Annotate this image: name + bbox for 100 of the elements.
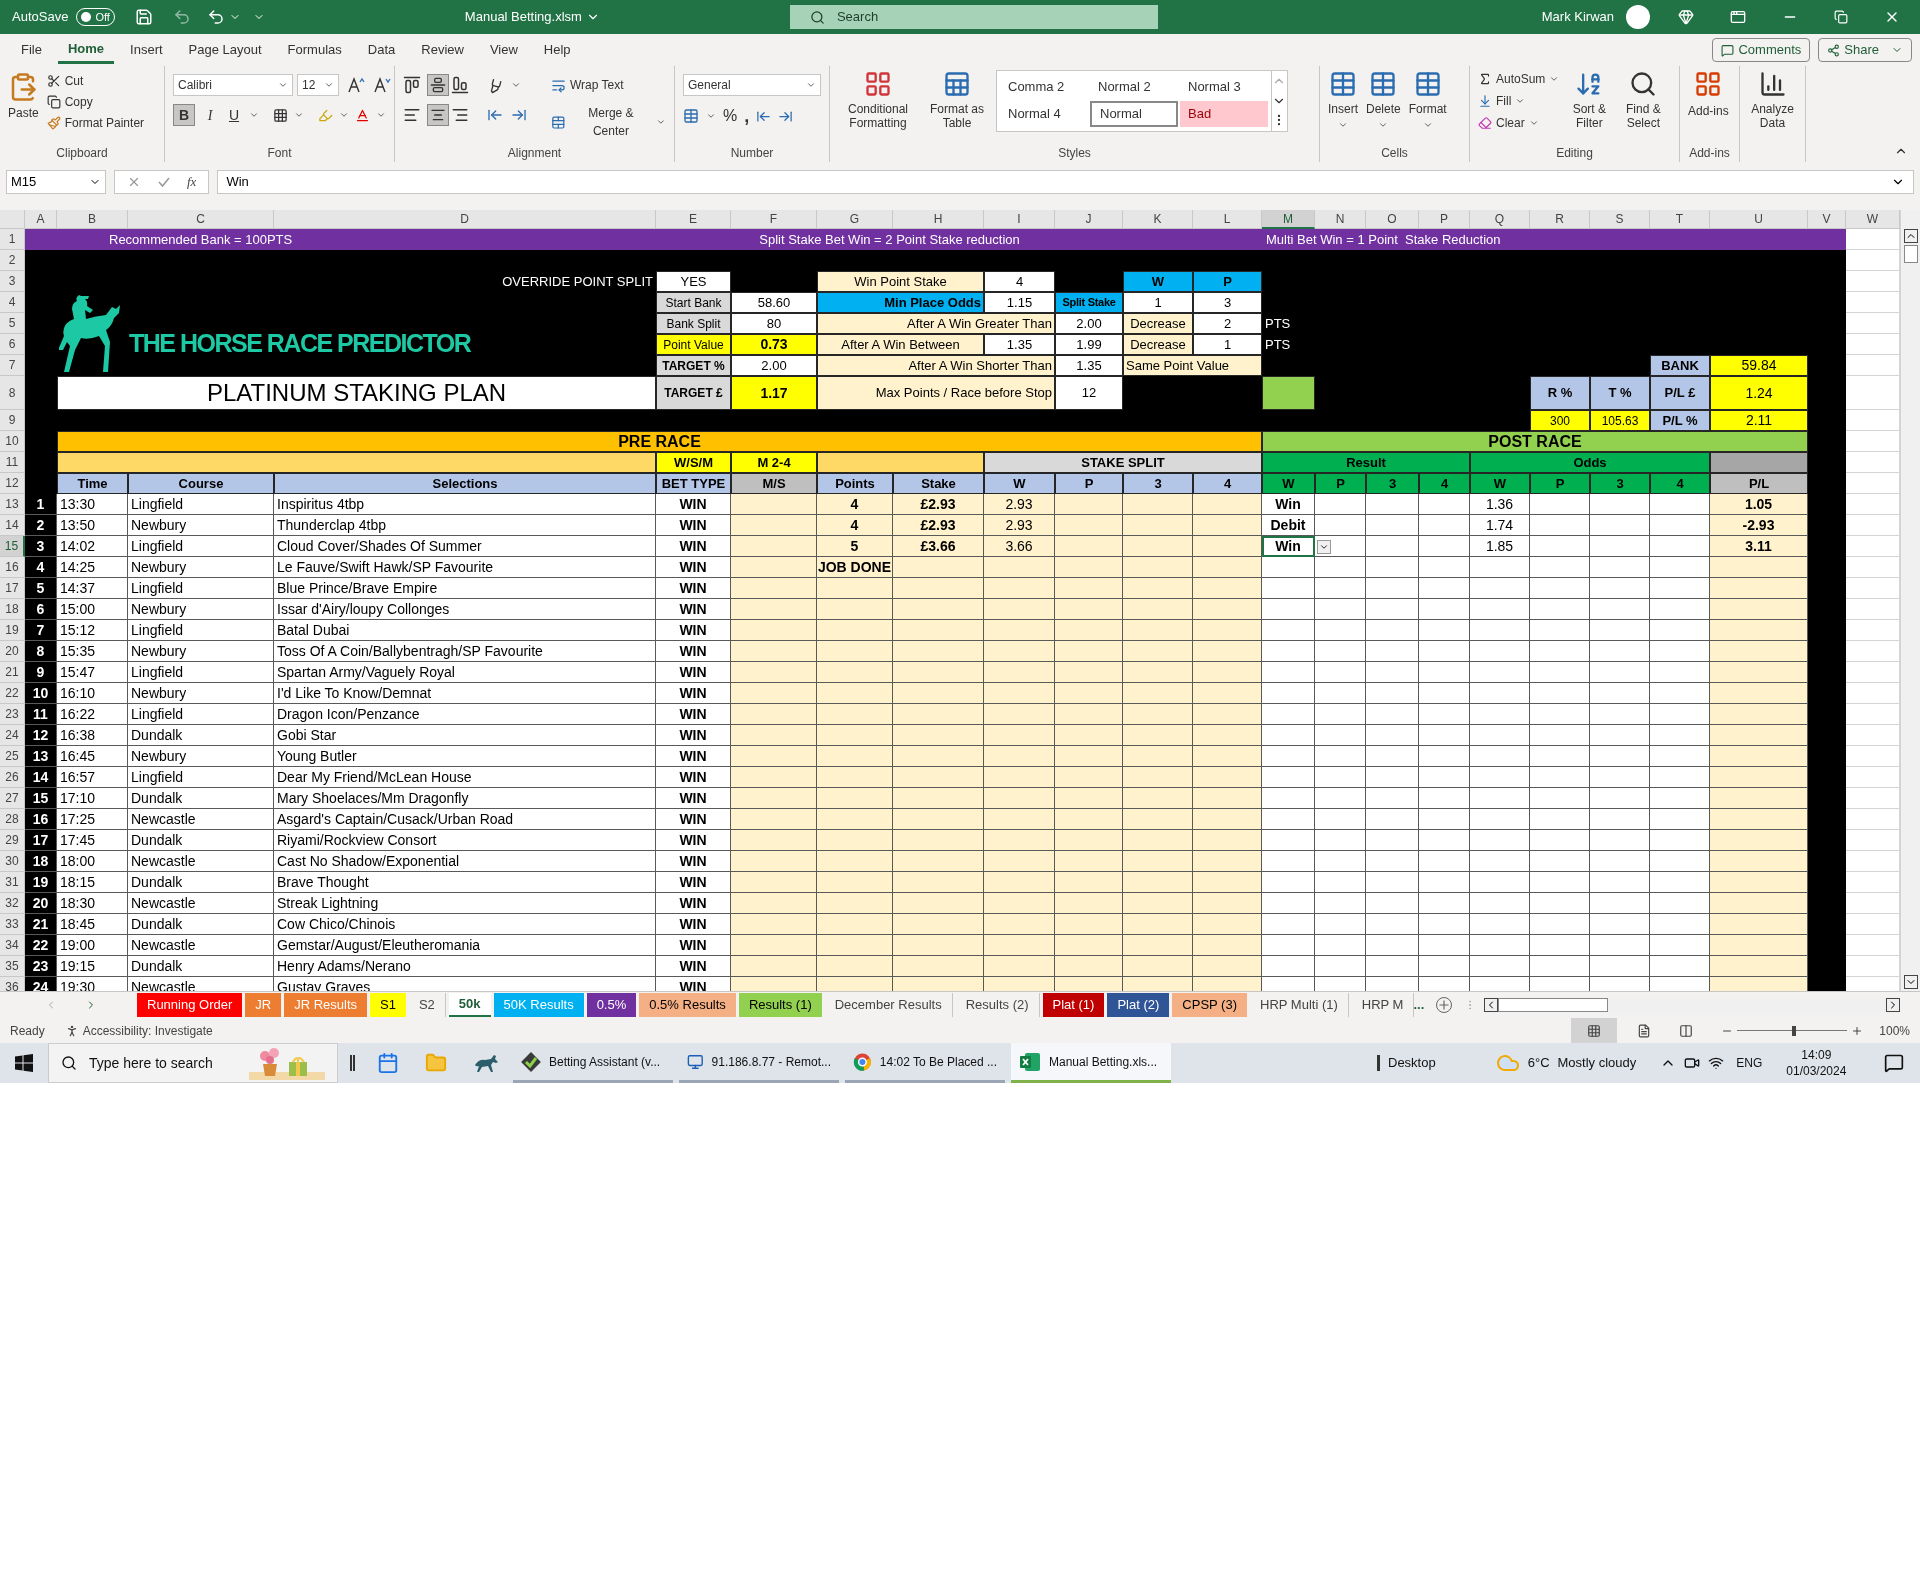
row-header[interactable]: 10 (0, 431, 25, 452)
table-cell[interactable] (1262, 851, 1315, 872)
sheet-tab[interactable]: HRP Multi (1) (1250, 993, 1349, 1017)
sheet-tab[interactable]: CPSP (3) (1172, 993, 1247, 1017)
caret-icon[interactable] (339, 110, 349, 120)
row-header[interactable]: 28 (0, 809, 25, 830)
row-header[interactable]: 17 (0, 578, 25, 599)
shrink-font-icon[interactable] (373, 76, 391, 94)
cell-style-item[interactable]: Bad (1180, 101, 1268, 127)
sort-filter-button[interactable]: Sort & Filter (1567, 70, 1612, 130)
diamond-icon[interactable] (1678, 9, 1694, 25)
table-cell[interactable]: Win (1262, 494, 1315, 515)
sheet-tab[interactable]: 0.5% Results (639, 993, 736, 1017)
column-header[interactable]: W (1846, 210, 1900, 229)
number-format-field[interactable]: General (683, 74, 821, 96)
taskbar-app[interactable]: Manual Betting.xls... (1011, 1043, 1171, 1083)
empty-cell[interactable] (1846, 599, 1900, 620)
column-header[interactable]: S (1590, 210, 1650, 229)
table-cell[interactable] (1262, 620, 1315, 641)
increase-indent-icon[interactable] (511, 107, 527, 123)
normal-view-button[interactable] (1571, 1018, 1618, 1043)
column-header[interactable]: C (128, 210, 274, 229)
table-cell[interactable] (1262, 683, 1315, 704)
empty-cell[interactable] (1846, 767, 1900, 788)
sheet-tab[interactable]: S1 (370, 993, 406, 1017)
horse-icon[interactable] (473, 1053, 499, 1073)
empty-cell[interactable] (1846, 494, 1900, 515)
scroll-down-icon[interactable] (1903, 975, 1918, 989)
vertical-scrollbar[interactable] (1900, 210, 1920, 991)
fill-color-icon[interactable] (318, 107, 333, 123)
column-header[interactable]: A (25, 210, 57, 229)
align-center-button[interactable] (427, 104, 449, 126)
scroll-right-icon[interactable] (1886, 998, 1900, 1012)
row-header[interactable]: 5 (0, 313, 25, 334)
caret-icon[interactable] (1528, 118, 1539, 128)
row-header[interactable]: 25 (0, 746, 25, 767)
caret-icon[interactable] (249, 110, 259, 120)
table-cell[interactable] (1262, 725, 1315, 746)
table-cell[interactable] (1262, 872, 1315, 893)
caret-icon[interactable] (1378, 120, 1389, 130)
sheet-tab[interactable]: S2 (408, 993, 446, 1017)
column-header[interactable]: N (1315, 210, 1366, 229)
cell-style-item[interactable]: Normal 2 (1090, 74, 1178, 100)
row-header[interactable]: 19 (0, 620, 25, 641)
cell-style-item[interactable]: Normal 3 (1180, 74, 1268, 100)
empty-cell[interactable] (1846, 515, 1900, 536)
file-name[interactable]: Manual Betting.xlsm (464, 7, 582, 27)
table-cell[interactable] (1262, 809, 1315, 830)
ribbon-tab[interactable]: Data (357, 36, 406, 64)
ribbon-tab[interactable]: Page Layout (178, 36, 272, 64)
table-cell[interactable]: Debit (1262, 515, 1315, 536)
column-header[interactable]: J (1055, 210, 1123, 229)
empty-cell[interactable] (1846, 956, 1900, 977)
row-header[interactable]: 21 (0, 662, 25, 683)
table-cell[interactable] (1262, 788, 1315, 809)
column-header[interactable]: D (274, 210, 656, 229)
add-ins-button[interactable]: Add-ins (1688, 70, 1729, 120)
row-header[interactable]: 6 (0, 334, 25, 355)
empty-cell[interactable] (1846, 557, 1900, 578)
empty-cell[interactable] (1846, 851, 1900, 872)
column-header[interactable]: E (656, 210, 731, 229)
align-left-icon[interactable] (403, 106, 421, 124)
column-header[interactable]: P (1419, 210, 1470, 229)
row-header[interactable]: 34 (0, 935, 25, 956)
empty-cell[interactable] (1846, 809, 1900, 830)
ribbon-tab[interactable]: Home (57, 36, 115, 64)
font-color-icon[interactable] (355, 107, 370, 123)
empty-cell[interactable] (1846, 334, 1900, 355)
empty-cell[interactable] (1846, 704, 1900, 725)
row-header[interactable]: 16 (0, 557, 25, 578)
empty-cell[interactable] (1846, 473, 1900, 494)
empty-cell[interactable] (1846, 683, 1900, 704)
caret-icon[interactable] (1549, 74, 1560, 84)
column-header[interactable]: H (893, 210, 984, 229)
sheet-tab[interactable]: Plat (1) (1042, 993, 1105, 1017)
row-header[interactable]: 2 (0, 250, 25, 271)
cut-button[interactable]: Cut (46, 72, 145, 90)
ribbon-display-icon[interactable] (1730, 9, 1746, 25)
formula-field[interactable]: Win (217, 169, 1914, 194)
empty-cell[interactable] (1846, 662, 1900, 683)
sheet-tab[interactable]: HRP M (1351, 993, 1415, 1017)
table-cell[interactable]: Win (1262, 536, 1315, 557)
temperature[interactable]: 6°C (1527, 1053, 1550, 1073)
table-cell[interactable] (1262, 914, 1315, 935)
empty-cell[interactable] (1846, 725, 1900, 746)
ribbon-tab[interactable]: File (11, 36, 52, 64)
autosum-button[interactable]: AutoSum (1478, 70, 1560, 88)
empty-cell[interactable] (1846, 578, 1900, 599)
align-top-icon[interactable] (403, 76, 421, 94)
caret-icon[interactable] (294, 110, 304, 120)
sheet-tab[interactable]: Results (2) (955, 993, 1040, 1017)
paste-button[interactable]: Paste (8, 70, 39, 122)
ribbon-tab[interactable]: Formulas (277, 36, 352, 64)
calendar-icon[interactable] (377, 1052, 399, 1074)
comma-button[interactable]: , (744, 107, 750, 125)
restore-icon[interactable] (1834, 10, 1848, 24)
column-header[interactable]: L (1193, 210, 1262, 229)
underline-button[interactable]: U (225, 104, 243, 126)
notifications-icon[interactable] (1884, 1053, 1904, 1073)
font-name-field[interactable]: Calibri (173, 74, 293, 96)
